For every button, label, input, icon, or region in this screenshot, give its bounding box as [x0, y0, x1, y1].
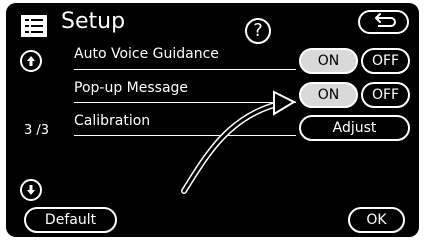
auto-voice-off-button[interactable]: OFF [361, 48, 410, 74]
page-indicator: 3 /3 [24, 123, 50, 138]
curved-arrow-icon [181, 90, 297, 194]
setup-screen: Setup ? Auto Voice Guidance ON OFF Pop-u… [6, 3, 419, 237]
popup-off-button[interactable]: OFF [361, 82, 410, 108]
row-divider [74, 69, 296, 70]
scroll-up-button[interactable] [20, 50, 42, 72]
row-label-auto-voice-guidance: Auto Voice Guidance [74, 46, 219, 62]
auto-voice-on-button[interactable]: ON [299, 48, 358, 74]
help-button[interactable]: ? [245, 18, 271, 44]
back-button[interactable] [358, 10, 409, 34]
back-arrow-icon [375, 13, 396, 27]
scroll-down-icon [27, 185, 35, 195]
page-title: Setup [61, 9, 126, 34]
menu-list-icon [21, 15, 47, 37]
ok-button[interactable]: OK [348, 207, 405, 233]
row-label-calibration: Calibration [74, 113, 151, 129]
default-button[interactable]: Default [24, 207, 117, 233]
scroll-up-icon [27, 56, 35, 66]
scroll-down-button[interactable] [20, 179, 42, 201]
